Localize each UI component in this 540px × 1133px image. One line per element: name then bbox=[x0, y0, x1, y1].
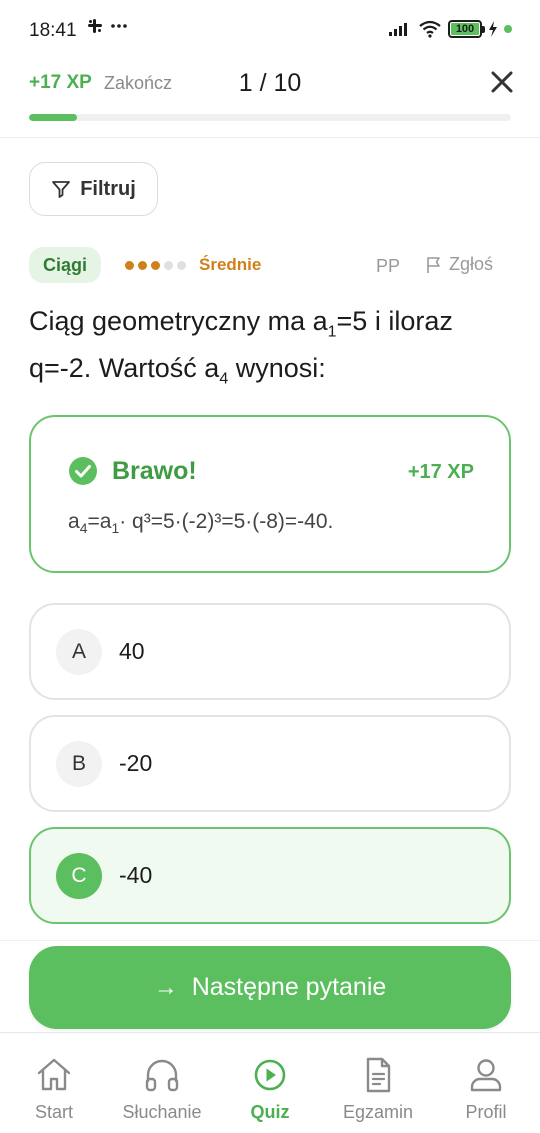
close-icon[interactable] bbox=[488, 68, 516, 96]
feedback-explanation: a4=a1· q³=5·(-2)³=5·(-8)=-40. bbox=[68, 510, 334, 537]
difficulty-dot bbox=[125, 260, 134, 270]
report-button[interactable]: Zgłoś bbox=[425, 254, 493, 275]
difficulty-dot bbox=[138, 260, 147, 270]
option-text: -40 bbox=[119, 862, 153, 888]
filter-icon bbox=[52, 181, 71, 198]
nav-item-quiz[interactable]: Quiz bbox=[216, 1055, 324, 1123]
wifi-icon bbox=[419, 20, 441, 38]
question-text: Ciąg geometryczny ma a1=5 i iloraz q=-2.… bbox=[29, 306, 453, 388]
charging-icon bbox=[489, 21, 497, 37]
more-dots-icon bbox=[111, 24, 127, 28]
filter-label: Filtruj bbox=[80, 177, 136, 200]
bottom-nav: Start Słuchanie Quiz Egzamin Profil bbox=[0, 1032, 540, 1133]
quiz-screen: 18:41 100 +17 XP Zakończ 1 / 10 Filtruj … bbox=[0, 0, 540, 1133]
answer-option-c[interactable]: C -40 bbox=[29, 827, 511, 924]
nav-item-egzamin[interactable]: Egzamin bbox=[324, 1055, 432, 1123]
next-question-button[interactable]: → Następne pytanie bbox=[29, 946, 511, 1029]
category-badge: Ciągi bbox=[29, 247, 102, 283]
document-icon bbox=[366, 1057, 391, 1093]
level-label: PP bbox=[376, 256, 401, 276]
nav-item-profil[interactable]: Profil bbox=[432, 1055, 540, 1123]
nav-item-sluchanie[interactable]: Słuchanie bbox=[108, 1055, 216, 1123]
report-label: Zgłoś bbox=[449, 254, 494, 274]
next-question-label: Następne pytanie bbox=[191, 973, 387, 1001]
difficulty-dot bbox=[151, 260, 160, 270]
status-bar: 18:41 100 bbox=[0, 0, 540, 62]
battery-icon: 100 bbox=[448, 20, 485, 38]
feedback-title: Brawo! bbox=[112, 456, 197, 485]
difficulty-indicator: Średnie bbox=[125, 255, 261, 275]
home-icon bbox=[37, 1058, 71, 1091]
status-time: 18:41 bbox=[29, 20, 77, 41]
option-text: -20 bbox=[119, 750, 153, 776]
option-letter: B bbox=[56, 740, 102, 787]
option-text: 40 bbox=[119, 638, 145, 664]
feedback-xp: +17 XP bbox=[407, 461, 474, 483]
nav-item-start[interactable]: Start bbox=[0, 1055, 108, 1123]
question-counter: 1 / 10 bbox=[238, 69, 302, 97]
feedback-card: Brawo! +17 XP a4=a1· q³=5·(-2)³=5·(-8)=-… bbox=[29, 415, 511, 573]
progress-bar bbox=[29, 114, 511, 121]
difficulty-dot bbox=[164, 260, 173, 270]
progress-fill bbox=[29, 114, 78, 121]
arrow-right-icon: → bbox=[153, 973, 178, 1001]
divider bbox=[0, 137, 540, 138]
difficulty-dot bbox=[177, 260, 186, 270]
play-circle-icon bbox=[254, 1059, 286, 1091]
option-letter: A bbox=[56, 628, 102, 675]
check-circle-icon bbox=[69, 457, 97, 485]
category-label: Ciągi bbox=[43, 254, 88, 275]
answer-option-b[interactable]: B -20 bbox=[29, 715, 511, 812]
dot-icon bbox=[504, 25, 512, 33]
slack-icon bbox=[88, 19, 102, 33]
filter-button[interactable]: Filtruj bbox=[29, 162, 158, 216]
option-letter: C bbox=[56, 852, 102, 899]
flag-icon bbox=[427, 256, 440, 273]
headphones-icon bbox=[145, 1059, 179, 1092]
answer-option-a[interactable]: A 40 bbox=[29, 603, 511, 700]
difficulty-label: Średnie bbox=[199, 255, 262, 274]
user-icon bbox=[470, 1059, 502, 1092]
signal-icon bbox=[389, 23, 407, 36]
